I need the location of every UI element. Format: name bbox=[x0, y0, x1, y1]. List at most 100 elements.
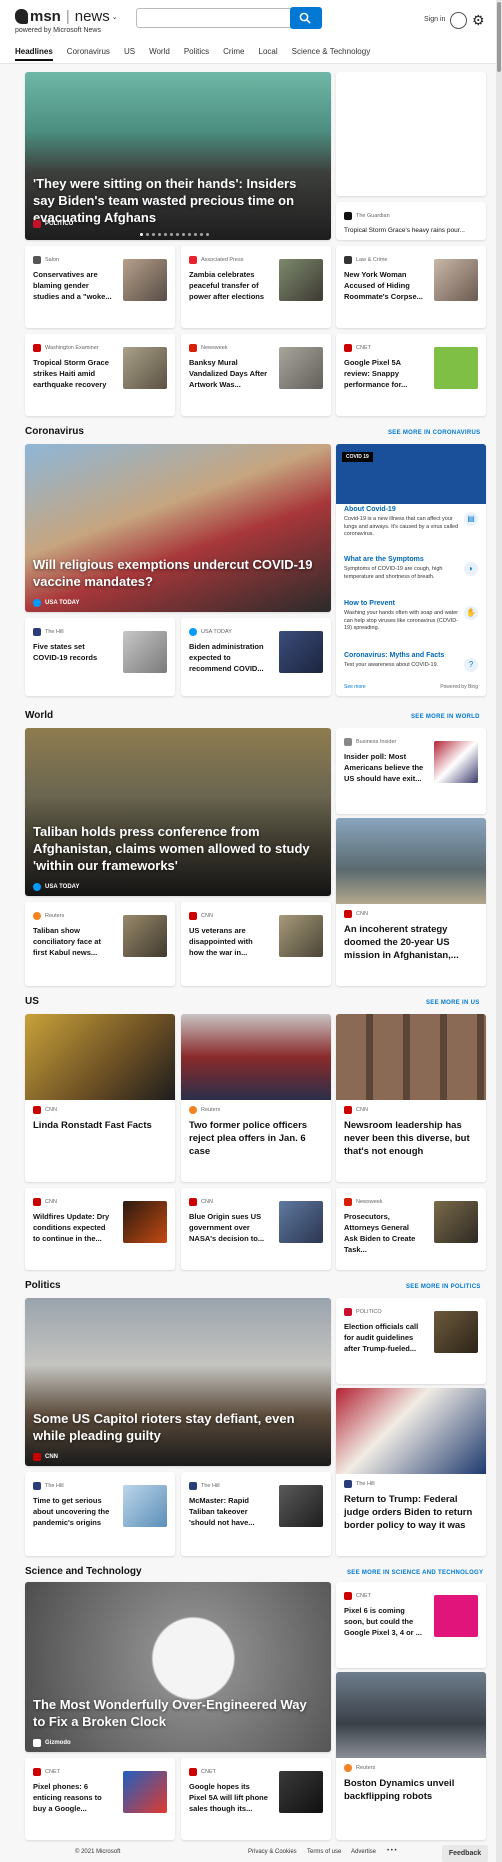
tab-coronavirus[interactable]: Coronavirus bbox=[67, 47, 110, 61]
hero-story[interactable]: Taliban holds press conference from Afgh… bbox=[25, 728, 331, 896]
scrollbar[interactable] bbox=[496, 0, 502, 1862]
card-thumbnail bbox=[123, 1201, 167, 1243]
news-card[interactable]: Reuters Taliban show conciliatory face at… bbox=[25, 902, 175, 986]
news-card[interactable]: CNN US veterans are disappointed with how… bbox=[181, 902, 331, 986]
news-card[interactable]: Business Insider Insider poll: Most Ameri… bbox=[336, 728, 486, 814]
card-source: Washington Examiner bbox=[33, 344, 99, 352]
brand-name: msn bbox=[30, 8, 61, 25]
news-card[interactable]: The Hill Time to get serious about uncove… bbox=[25, 1472, 175, 1556]
hero-source: Gizmodo bbox=[33, 1739, 71, 1747]
card-title: Pixel phones: 6 enticing reasons to buy … bbox=[33, 1782, 102, 1813]
footer-more[interactable]: • • • bbox=[387, 1848, 397, 1854]
card-title: New York Woman Accused of Hiding Roommat… bbox=[344, 270, 423, 301]
see-more-science[interactable]: SEE MORE IN SCIENCE AND TECHNOLOGY bbox=[347, 1570, 483, 1576]
card-image bbox=[336, 818, 486, 904]
card-source: POLITICO bbox=[344, 1308, 382, 1316]
card-thumbnail bbox=[434, 347, 478, 389]
news-card[interactable]: The Hill Five states set COVID-19 records bbox=[25, 618, 175, 696]
news-card[interactable]: Salon Conservatives are blaming gender st… bbox=[25, 246, 175, 328]
card-thumbnail bbox=[434, 1201, 478, 1243]
tab-local[interactable]: Local bbox=[259, 47, 278, 61]
see-more-link[interactable]: See more bbox=[344, 684, 366, 690]
card-thumbnail bbox=[123, 347, 167, 389]
tab-us[interactable]: US bbox=[124, 47, 135, 61]
top-bar: msn | news ⌄ powered by Microsoft News Sign… bbox=[0, 0, 502, 64]
hero-story[interactable]: Some US Capitol rioters stay defiant, ev… bbox=[25, 1298, 331, 1466]
card-title: Taliban show conciliatory face at first … bbox=[33, 926, 101, 957]
news-card[interactable]: CNN Linda Ronstadt Fast Facts bbox=[25, 1014, 175, 1182]
news-card[interactable]: CNET Pixel 6 is coming soon, but could th… bbox=[336, 1582, 486, 1668]
news-card[interactable]: CNN An incoherent strategy doomed the 20… bbox=[336, 818, 486, 986]
news-card[interactable]: The Guardian Tropical Storm Grace's heav… bbox=[336, 202, 486, 240]
hero-source: CNN bbox=[33, 1453, 58, 1461]
news-card[interactable]: CNN Blue Origin sues US government over N… bbox=[181, 1188, 331, 1270]
covid-item-prevent[interactable]: How to Prevent Washing your hands often w… bbox=[336, 600, 486, 633]
news-card[interactable]: CNN Wildfires Update: Dry conditions expe… bbox=[25, 1188, 175, 1270]
card-image bbox=[336, 1672, 486, 1758]
hero-story[interactable]: Will religious exemptions undercut COVID… bbox=[25, 444, 331, 612]
hero-story[interactable]: 'They were sitting on their hands': Insi… bbox=[25, 72, 331, 240]
scrollbar-thumb[interactable] bbox=[497, 2, 501, 72]
news-card[interactable]: CNET Pixel phones: 6 enticing reasons to … bbox=[25, 1758, 175, 1840]
news-card[interactable]: The Hill McMaster: Rapid Taliban takeover… bbox=[181, 1472, 331, 1556]
feedback-button[interactable]: Feedback bbox=[442, 1845, 488, 1862]
news-card[interactable]: Newsweek Banksy Mural Vandalized Days Aft… bbox=[181, 334, 331, 416]
footer-link-terms[interactable]: Terms of use bbox=[307, 1849, 341, 1855]
covid-banner: COVID 19 bbox=[336, 444, 486, 504]
covid-item-symptoms[interactable]: What are the Symptoms Symptoms of COVID-1… bbox=[336, 556, 486, 581]
card-title: Zambia celebrates peaceful transfer of p… bbox=[189, 270, 265, 301]
tab-science-technology[interactable]: Science & Technology bbox=[292, 47, 371, 61]
card-source: The Hill bbox=[189, 1482, 220, 1490]
see-more-us[interactable]: SEE MORE IN US bbox=[426, 1000, 480, 1006]
tab-politics[interactable]: Politics bbox=[184, 47, 209, 61]
news-card[interactable]: Law & Crime New York Woman Accused of Hid… bbox=[336, 246, 486, 328]
news-card[interactable]: POLITICO Election officials call for audi… bbox=[336, 1298, 486, 1384]
card-title: Linda Ronstadt Fast Facts bbox=[33, 1120, 152, 1131]
covid-tag: COVID 19 bbox=[342, 452, 373, 462]
sign-in-link[interactable]: Sign in bbox=[424, 16, 445, 23]
product-name: news bbox=[74, 8, 110, 25]
news-card[interactable]: Newsweek Prosecutors, Attorneys General A… bbox=[336, 1188, 486, 1270]
section-title-world: World bbox=[25, 710, 54, 721]
card-source: CNN bbox=[344, 1106, 368, 1114]
hero-story[interactable]: The Most Wonderfully Over-Engineered Way… bbox=[25, 1582, 331, 1752]
section-title-politics: Politics bbox=[25, 1280, 61, 1291]
news-card[interactable]: Associated Press Zambia celebrates peacef… bbox=[181, 246, 331, 328]
card-title: An incoherent strategy doomed the 20-yea… bbox=[344, 924, 459, 961]
card-thumbnail bbox=[434, 1311, 478, 1353]
card-image bbox=[336, 1388, 486, 1474]
card-thumbnail bbox=[434, 1595, 478, 1637]
footer-link-privacy[interactable]: Privacy & Cookies bbox=[248, 1849, 297, 1855]
see-more-politics[interactable]: SEE MORE IN POLITICS bbox=[406, 1284, 481, 1290]
news-card[interactable]: CNN Newsroom leadership has never been th… bbox=[336, 1014, 486, 1182]
news-card[interactable]: Reuters Two former police officers reject… bbox=[181, 1014, 331, 1182]
tab-crime[interactable]: Crime bbox=[223, 47, 244, 61]
search-button[interactable] bbox=[290, 7, 322, 29]
news-card[interactable]: Washington Examiner Tropical Storm Grace … bbox=[25, 334, 175, 416]
card-title: Newsroom leadership has never been this … bbox=[344, 1120, 470, 1157]
gear-icon[interactable]: ⚙ bbox=[472, 12, 485, 29]
news-card[interactable]: The Hill Return to Trump: Federal judge o… bbox=[336, 1388, 486, 1556]
card-source: The Hill bbox=[33, 1482, 64, 1490]
card-source: Law & Crime bbox=[344, 256, 387, 264]
avatar-icon[interactable] bbox=[450, 12, 467, 29]
news-card[interactable]: USA TODAY Biden administration expected t… bbox=[181, 618, 331, 696]
covid-item-myths[interactable]: Coronavirus: Myths and Facts Test your aw… bbox=[336, 652, 486, 672]
card-source: The Hill bbox=[344, 1480, 375, 1488]
tab-headlines[interactable]: Headlines bbox=[15, 47, 53, 61]
chevron-down-icon[interactable]: ⌄ bbox=[112, 13, 118, 21]
covid-item-about[interactable]: About Covid-19 Covid-19 is a new illness … bbox=[336, 506, 486, 539]
news-card[interactable]: CNET Google Pixel 5A review: Snappy perfo… bbox=[336, 334, 486, 416]
carousel-dots[interactable] bbox=[140, 233, 209, 236]
hero-title: The Most Wonderfully Over-Engineered Way… bbox=[33, 1697, 307, 1729]
card-source: CNN bbox=[189, 1198, 213, 1206]
copyright: © 2021 Microsoft bbox=[75, 1849, 121, 1855]
see-more-coronavirus[interactable]: SEE MORE IN CORONAVIRUS bbox=[388, 430, 480, 436]
see-more-world[interactable]: SEE MORE IN WORLD bbox=[411, 714, 480, 720]
footer-link-advertise[interactable]: Advertise bbox=[351, 1849, 376, 1855]
politico-icon bbox=[33, 220, 41, 228]
news-card[interactable]: CNET Google hopes its Pixel 5A will lift … bbox=[181, 1758, 331, 1840]
msn-logo[interactable]: msn | news ⌄ bbox=[15, 8, 118, 25]
tab-world[interactable]: World bbox=[149, 47, 170, 61]
news-card[interactable]: Reuters Boston Dynamics unveil backflippi… bbox=[336, 1672, 486, 1840]
